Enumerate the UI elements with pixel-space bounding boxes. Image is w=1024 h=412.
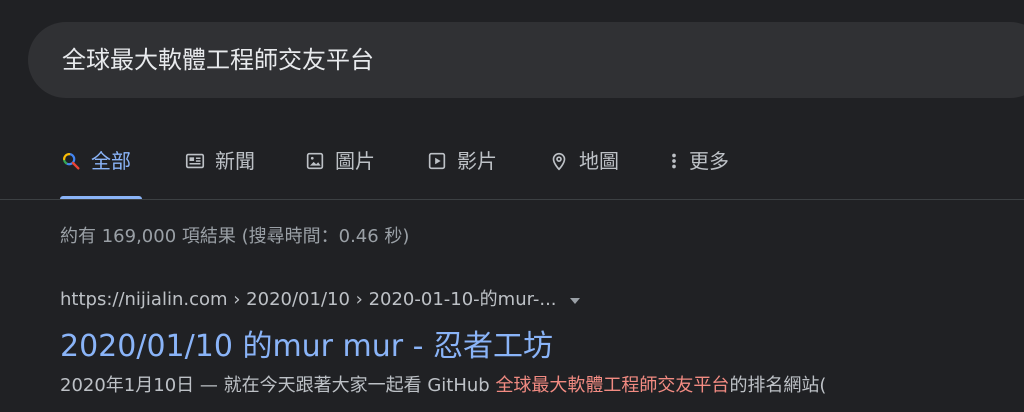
image-icon [306, 152, 324, 170]
search-result: https://nijialin.com › 2020/01/10 › 2020… [60, 286, 1024, 400]
tabs-divider [0, 199, 1024, 200]
tab-images-label: 圖片 [335, 149, 375, 173]
tab-news-label: 新聞 [215, 149, 255, 173]
tab-videos[interactable]: 影片 [426, 144, 497, 200]
snippet-text-after: 的排名網站( [729, 375, 827, 396]
map-pin-icon [552, 152, 566, 171]
result-stats: 約有 169,000 項結果 (搜尋時間：0.46 秒) [60, 226, 410, 247]
tab-more-label: 更多 [689, 149, 729, 173]
tab-all-label: 全部 [91, 149, 131, 173]
snippet-highlight: 全球最大軟體工程師交友平台 [495, 375, 730, 396]
tab-all[interactable]: 全部 [60, 144, 142, 200]
tab-maps-label: 地圖 [579, 149, 619, 173]
news-icon [185, 153, 205, 169]
result-title-link[interactable]: 2020/01/10 的mur mur - 忍者工坊 [60, 326, 1024, 368]
snippet-text-before: 2020年1月10日 — 就在今天跟著大家一起看 GitHub [60, 375, 496, 396]
tab-more[interactable]: 更多 [668, 144, 729, 200]
search-icon [63, 153, 80, 170]
tab-maps[interactable]: 地圖 [548, 144, 619, 200]
search-box[interactable]: 全球最大軟體工程師交友平台 [28, 22, 1024, 98]
search-tabs: 全部 新聞 圖片 影片 地圖 更多 [0, 144, 1024, 200]
tab-videos-label: 影片 [457, 149, 497, 173]
result-snippet: 2020年1月10日 — 就在今天跟著大家一起看 GitHub 全球最大軟體工程… [60, 372, 1024, 400]
tab-images[interactable]: 圖片 [304, 144, 375, 200]
tab-news[interactable]: 新聞 [184, 144, 255, 200]
more-vertical-icon [672, 153, 676, 169]
result-url-line[interactable]: https://nijialin.com › 2020/01/10 › 2020… [60, 286, 1024, 314]
result-url[interactable]: https://nijialin.com › 2020/01/10 › 2020… [60, 286, 557, 314]
search-query-text[interactable]: 全球最大軟體工程師交友平台 [62, 40, 374, 80]
chevron-down-icon[interactable] [569, 297, 581, 305]
search-results-page: 全球最大軟體工程師交友平台 全部 新聞 圖片 影片 地圖 更多 約有 169,0… [0, 0, 1024, 412]
video-icon [428, 152, 446, 170]
